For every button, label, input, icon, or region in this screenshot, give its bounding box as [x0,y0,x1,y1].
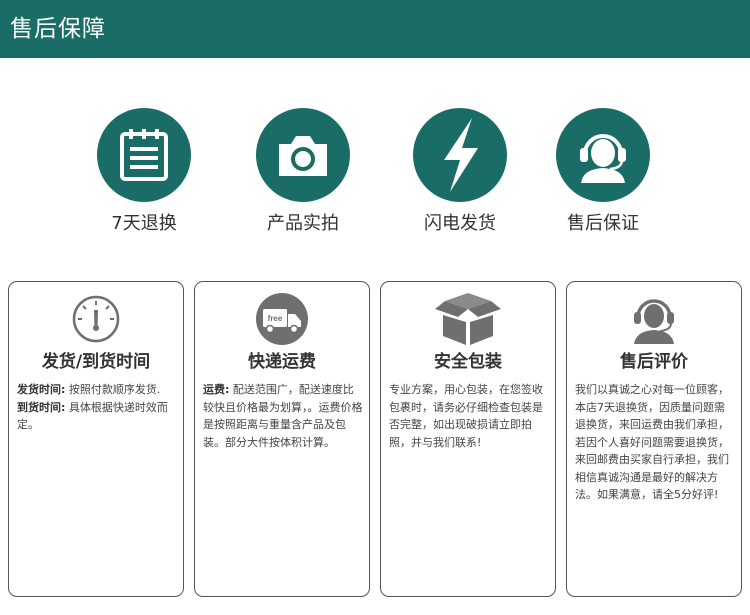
feature-circle [556,108,650,202]
card-title: 发货/到货时间 [41,352,151,372]
free-icon-text: free [268,314,283,323]
card-shipping-time: 发货/到货时间 发货时间: 按照付款顺序发货. 到货时间: 具体根据快递时效而定… [8,281,184,597]
card-body: 运费: 配送范围广，配送速度比较快且价格最为划算，。运费价格是按照距离与重量含产… [203,381,363,451]
camera-icon [279,136,327,176]
feature-return-exchange: 7天退换 [69,108,219,236]
card-shipping-fee: free 快递运费 运费: 配送范围广，配送速度比较快且价格最为划算，。运费价格… [194,281,370,597]
speedometer-icon [72,295,120,343]
feature-circle [256,108,350,202]
feature-label: 闪电发货 [424,213,496,234]
card-title: 安全包装 [434,352,502,372]
feature-circle [97,108,191,202]
feature-circle [413,108,507,202]
calendar-icon [120,129,168,181]
feature-fast-shipping: 闪电发货 [385,108,535,236]
lightning-icon [444,118,478,192]
header-bar: 售后保障 [0,0,750,58]
card-after-sales-review: 售后评价 我们以真诚之心对每一位顾客，本店7天退换货，因质量问题需退换货，来回运… [566,281,742,597]
arrival-time-label: 到货时间: [17,400,66,414]
shipping-time-label: 发货时间: [17,383,66,396]
shipping-fee-label: 运费: [203,383,230,396]
shipping-time-text: 按照付款顺序发货. [68,383,161,396]
package-box-icon [435,293,501,345]
card-body: 专业方案，用心包装，在您签收包裹时，请务必仔细检查包装是否完整，如出现破损请立即… [389,383,543,449]
page-title: 售后保障 [10,16,106,42]
feature-label: 售后保证 [567,213,639,234]
card-title: 快递运费 [248,352,316,372]
feature-real-photo: 产品实拍 [228,108,378,236]
card-title: 售后评价 [620,352,688,372]
feature-after-sales: 售后保证 [528,108,678,236]
card-body: 我们以真诚之心对每一位顾客，本店7天退换货，因质量问题需退换货，来回运费由我们承… [575,383,729,501]
card-safe-packaging: 安全包装 专业方案，用心包装，在您签收包裹时，请务必仔细检查包装是否完整，如出现… [380,281,556,597]
feature-label: 产品实拍 [267,213,339,234]
card-body: 发货时间: 按照付款顺序发货. 到货时间: 具体根据快递时效而定。 [17,381,177,434]
customer-service-icon [580,134,626,183]
free-truck-icon: free [256,293,308,345]
headset-person-icon [634,299,674,344]
feature-label: 7天退换 [111,213,177,234]
